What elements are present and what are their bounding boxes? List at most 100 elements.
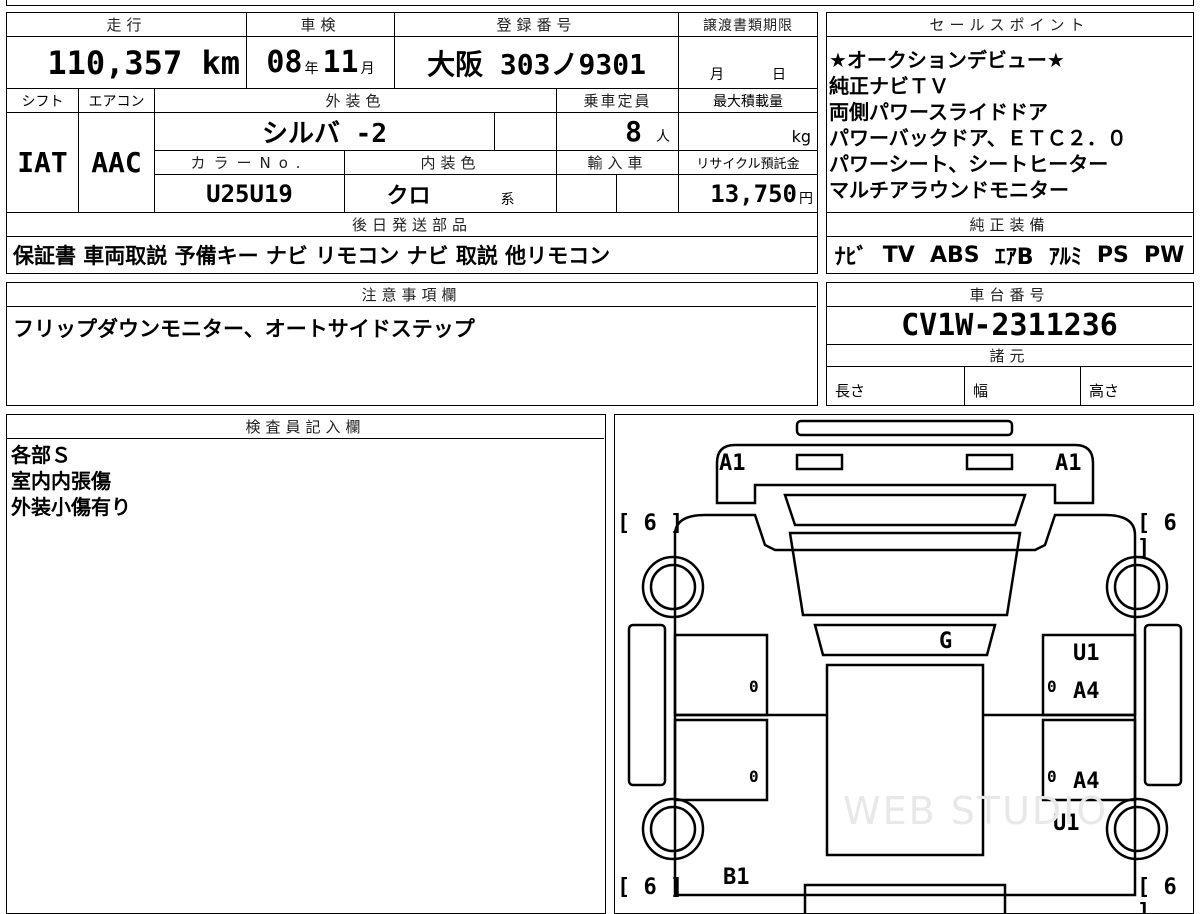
import-value-b bbox=[617, 175, 679, 213]
inspector-line-1: 各部Ｓ bbox=[11, 443, 71, 467]
marker-0-d: 0 bbox=[1047, 767, 1057, 786]
inspection-year-unit: 年 bbox=[304, 60, 319, 77]
interior-color-text: クロ bbox=[386, 183, 431, 209]
notes-text: フリップダウンモニター、オートサイドステップ bbox=[13, 317, 475, 341]
interior-color-header: 内装色 bbox=[345, 151, 557, 175]
exterior-color-text: シルバ -2 bbox=[262, 119, 387, 149]
side-step-left bbox=[627, 623, 667, 787]
color-no-value: U25U19 bbox=[155, 175, 345, 213]
spec-width-label: 幅 bbox=[973, 382, 989, 400]
shift-header: シフト bbox=[7, 89, 79, 113]
max-load-header: 最大積載量 bbox=[679, 89, 817, 113]
damage-g: G bbox=[939, 629, 953, 654]
transfer-deadline-header: 譲渡書類期限 bbox=[679, 13, 817, 37]
roof-glass bbox=[788, 531, 1022, 617]
mileage-value: 110,357 km bbox=[7, 37, 247, 89]
equipment-item-tv: TV bbox=[882, 242, 915, 268]
registration-header: 登録番号 bbox=[395, 13, 679, 37]
spec-length: 長さ bbox=[827, 367, 965, 405]
door-rear-left bbox=[673, 633, 769, 717]
notes-panel: 注意事項欄 フリップダウンモニター、オートサイドステップ bbox=[6, 282, 818, 406]
chassis-text: CV1W-2311236 bbox=[901, 308, 1118, 343]
recycle-text: 13,750 bbox=[710, 179, 797, 208]
equipment-header: 純正装備 bbox=[827, 213, 1192, 237]
equipment-panel: 純正装備 ﾅﾋﾞ TV ABS ｴｱB ｱﾙﾐ PS PW bbox=[826, 212, 1194, 274]
chassis-header: 車台番号 bbox=[827, 283, 1192, 307]
vehicle-diagram-panel: A1 A1 [ 6 ] [ 6 ] [ 6 ] [ 6 ] G U1 A4 A4… bbox=[614, 414, 1194, 914]
equipment-item-alloy: ｱﾙﾐ bbox=[1048, 245, 1082, 270]
equipment-item-abs: ABS bbox=[929, 242, 980, 268]
interior-color-value: クロ 系 bbox=[345, 175, 557, 213]
damage-b1: B1 bbox=[723, 865, 750, 890]
inspection-month-unit: 月 bbox=[360, 60, 375, 77]
marker-0-a: 0 bbox=[749, 677, 759, 696]
watermark: WEB STUDIO bbox=[843, 789, 1109, 833]
import-value-a bbox=[557, 175, 617, 213]
capacity-header: 乗車定員 bbox=[557, 89, 679, 113]
rear-spoiler bbox=[795, 419, 1014, 437]
rear-lamp-right bbox=[965, 453, 1014, 471]
import-header: 輸入車 bbox=[557, 151, 679, 175]
sales-points-panel: セールスポイント ★オークションデビュー★ 純正ナビＴＶ 両側パワースライドドア… bbox=[826, 12, 1194, 214]
recycle-header: リサイクル預託金 bbox=[679, 151, 817, 175]
transfer-day-unit: 日 bbox=[772, 67, 786, 83]
capacity-unit: 人 bbox=[656, 128, 670, 145]
interior-color-suffix: 系 bbox=[500, 191, 515, 208]
inspection-value: 08 年 11 月 bbox=[247, 37, 395, 89]
notes-header: 注意事項欄 bbox=[7, 283, 816, 307]
rear-lamp-left bbox=[795, 453, 844, 471]
tire-bl: [ 6 ] bbox=[617, 875, 684, 900]
chassis-value: CV1W-2311236 bbox=[827, 307, 1192, 345]
recycle-value: 13,750 円 bbox=[679, 175, 817, 213]
summary-panel: 走行 車検 登録番号 譲渡書類期限 110,357 km 08 年 11 月 大… bbox=[6, 12, 818, 274]
door-front-left bbox=[673, 718, 769, 802]
equipment-item-navi: ﾅﾋﾞ bbox=[834, 245, 868, 270]
damage-a4-top: A4 bbox=[1073, 679, 1100, 704]
inspector-line-2: 室内内張傷 bbox=[11, 469, 111, 493]
sales-point-2: 純正ナビＴＶ bbox=[829, 74, 949, 98]
transfer-deadline-value: 月 日 bbox=[679, 37, 817, 89]
capacity-value: 8 人 bbox=[557, 113, 679, 151]
transfer-month-unit: 月 bbox=[710, 67, 724, 83]
equipment-item-ps: PS bbox=[1096, 242, 1129, 268]
spec-height: 高さ bbox=[1081, 367, 1192, 405]
sales-point-5: パワーシート、シートヒーター bbox=[829, 152, 1109, 176]
top-strip bbox=[6, 0, 1194, 6]
later-parts-value: 保証書 車両取説 予備キー ナビ リモコン ナビ 取説 他リモコン bbox=[7, 237, 817, 273]
registration-value: 大阪 303ノ9301 bbox=[395, 37, 679, 89]
tire-br: [ 6 ] bbox=[1137, 875, 1177, 914]
wheel-tr-inner bbox=[1113, 563, 1161, 611]
equipment-items: ﾅﾋﾞ TV ABS ｴｱB ｱﾙﾐ PS PW bbox=[827, 237, 1192, 273]
side-step-right bbox=[1143, 623, 1183, 787]
vehicle-diagram bbox=[627, 419, 1183, 913]
damage-a1-right: A1 bbox=[1055, 451, 1082, 476]
tire-tl: [ 6 ] bbox=[617, 511, 684, 536]
registration-text: 大阪 303ノ9301 bbox=[427, 47, 646, 81]
wheel-bl-inner bbox=[649, 805, 697, 853]
damage-u1-top: U1 bbox=[1073, 641, 1100, 666]
inspector-header: 検査員記入欄 bbox=[7, 415, 604, 439]
specs-header: 諸元 bbox=[827, 345, 1192, 367]
spec-width: 幅 bbox=[965, 367, 1081, 405]
later-parts-header: 後日発送部品 bbox=[7, 213, 817, 237]
sales-point-3: 両側パワースライドドア bbox=[829, 100, 1048, 124]
damage-a1-left: A1 bbox=[719, 451, 746, 476]
sales-point-4: パワーバックドア、ＥＴＣ２．０ bbox=[829, 126, 1127, 150]
inspector-line-3: 外装小傷有り bbox=[11, 495, 131, 519]
exterior-color-header: 外装色 bbox=[155, 89, 557, 113]
rear-glass-outline bbox=[783, 493, 1027, 527]
sales-point-1: ★オークションデビュー★ bbox=[829, 48, 1065, 72]
inspection-year: 08 bbox=[266, 45, 303, 80]
spec-length-label: 長さ bbox=[835, 382, 866, 400]
color-no-header: カラーNo. bbox=[155, 151, 345, 175]
marker-0-b: 0 bbox=[749, 767, 759, 786]
later-parts-text: 保証書 車両取説 予備キー ナビ リモコン ナビ 取説 他リモコン bbox=[13, 244, 611, 268]
spec-height-label: 高さ bbox=[1089, 382, 1120, 400]
exterior-color-value: シルバ -2 bbox=[155, 113, 495, 151]
equipment-item-pw: PW bbox=[1143, 242, 1185, 268]
shift-value: IAT bbox=[7, 113, 79, 213]
wheel-tl-inner bbox=[649, 563, 697, 611]
shift-text: IAT bbox=[17, 146, 68, 179]
equipment-item-airbag: ｴｱB bbox=[994, 245, 1034, 270]
tire-tr: [ 6 ] bbox=[1137, 511, 1177, 561]
